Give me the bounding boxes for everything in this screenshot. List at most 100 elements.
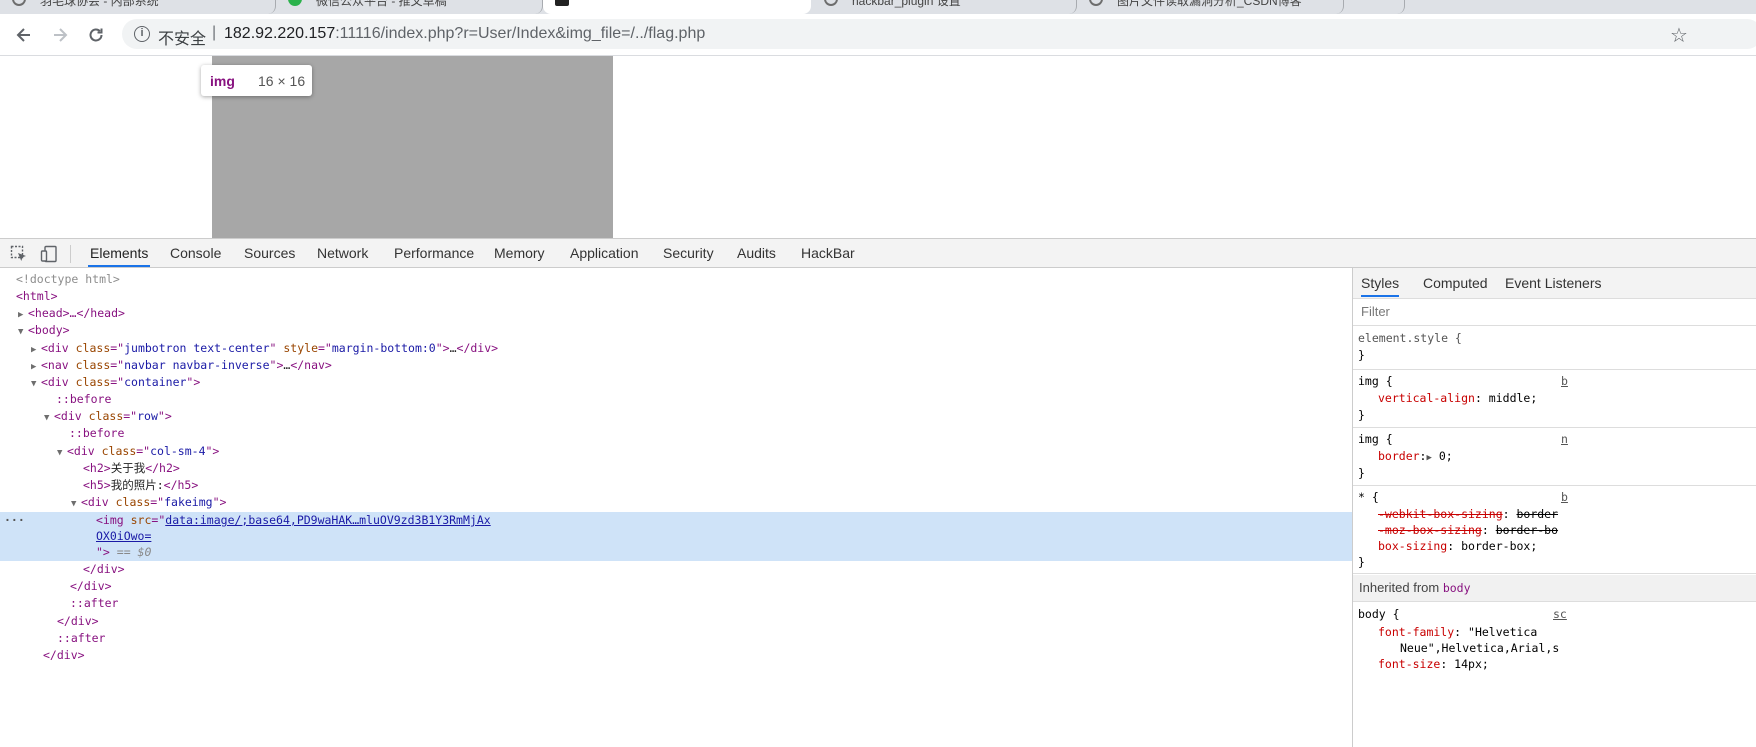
rule-source-link[interactable]: b	[1561, 489, 1568, 506]
inspect-tooltip: img 16 × 16	[201, 65, 312, 96]
tab-security[interactable]: Security	[661, 239, 716, 267]
rule-selector: * {	[1358, 490, 1379, 504]
css-value: border-bo	[1495, 523, 1559, 537]
browser-tab[interactable]: 微信公众平台 - 推文草稿	[276, 0, 543, 14]
element-style-rule: element.style { }	[1353, 326, 1756, 370]
new-tab-button[interactable]	[1344, 0, 1405, 14]
url-path: :11116/index.php?r=User/Index&img_file=/…	[335, 25, 706, 42]
styles-filter[interactable]: Filter	[1353, 299, 1756, 326]
dom-node[interactable]: </div>	[0, 647, 1352, 664]
url-text[interactable]: 182.92.220.157:11116/index.php?r=User/In…	[224, 25, 705, 43]
globe-icon	[1089, 0, 1103, 6]
collapse-triangle-icon[interactable]: ▼	[71, 496, 81, 513]
tab-application[interactable]: Application	[568, 239, 641, 267]
rule-source-link[interactable]: b	[1561, 373, 1568, 390]
attr-value: fakeimg	[164, 495, 213, 509]
selected-dom-node[interactable]: ··· <img src="data:image/;base64,PD9waHA…	[0, 512, 1352, 561]
url-host: 182.92.220.157	[224, 25, 336, 42]
rule-selector: element.style {	[1358, 331, 1462, 345]
globe-icon	[824, 0, 838, 6]
dom-node[interactable]: ▼ <body>	[0, 322, 1352, 339]
css-prop: -webkit-box-sizing	[1378, 507, 1503, 521]
dom-node[interactable]: ::after	[0, 595, 1352, 612]
tooltip-dimensions: 16 × 16	[258, 73, 306, 89]
dom-node[interactable]: ▼ <div class="row">	[0, 408, 1352, 425]
tab-performance[interactable]: Performance	[392, 239, 476, 267]
dom-node[interactable]: </div>	[0, 561, 1352, 578]
body-tag: <body>	[28, 323, 70, 337]
tab-label: 羽毛球协会 - 内部系统	[40, 0, 159, 8]
dom-node[interactable]: <!doctype html>	[0, 271, 1352, 288]
img-src-link-cont[interactable]: OX0iOwo=	[96, 529, 151, 543]
html-tag: <html>	[16, 289, 58, 303]
css-declaration[interactable]: border:▶ 0;	[1378, 448, 1453, 465]
h2-text: 关于我	[110, 461, 146, 475]
dom-node[interactable]: ::before	[0, 391, 1352, 408]
more-options-icon[interactable]: ···	[4, 512, 25, 529]
dom-node[interactable]: ::after	[0, 630, 1352, 647]
tab-styles[interactable]: Styles	[1361, 268, 1400, 297]
css-prop: -moz-box-sizing	[1378, 523, 1482, 537]
security-label: 不安全	[158, 31, 207, 48]
tab-memory[interactable]: Memory	[492, 239, 547, 267]
rule-selector: body {	[1358, 607, 1400, 621]
css-rule: * { b -webkit-box-sizing: border -moz-bo…	[1353, 486, 1756, 574]
dom-node[interactable]: ▼ <div class="container">	[0, 374, 1352, 391]
address-bar[interactable]: i 不安全 | 182.92.220.157:11116/index.php?r…	[122, 19, 1756, 49]
css-declaration[interactable]: font-size: 14px;	[1378, 656, 1489, 673]
tab-sources[interactable]: Sources	[242, 239, 297, 267]
tab-network[interactable]: Network	[315, 239, 370, 267]
browser-tab[interactable]: hackbar_plugin 设置	[812, 0, 1077, 14]
css-declaration-overridden[interactable]: -moz-box-sizing: border-bo	[1378, 522, 1558, 539]
inherited-text: Inherited from	[1359, 580, 1440, 595]
tab-computed[interactable]: Computed	[1423, 268, 1488, 297]
inherited-section-header: Inherited from body	[1353, 575, 1756, 602]
img-src-link[interactable]: data:image/;base64,PD9waHAK…mluOV9zd3B1Y…	[165, 513, 490, 527]
dom-node[interactable]: ▼ <div class="fakeimg">	[0, 494, 1352, 511]
reload-button[interactable]	[83, 22, 109, 48]
bookmark-star-icon[interactable]: ☆	[1670, 23, 1688, 48]
forward-button[interactable]	[47, 22, 73, 48]
dom-node[interactable]: ▶ <div class="jumbotron text-center" styl…	[0, 340, 1352, 357]
inherited-from-link[interactable]: body	[1443, 581, 1471, 595]
toolbar-divider	[70, 245, 71, 263]
collapse-triangle-icon[interactable]: ▼	[18, 324, 28, 341]
pseudo-before: ::before	[56, 392, 112, 406]
dom-node[interactable]: <h2>关于我</h2>	[0, 460, 1352, 477]
dom-node[interactable]: ::before	[0, 425, 1352, 442]
dom-node[interactable]: ▼ <div class="col-sm-4">	[0, 443, 1352, 460]
dom-node[interactable]: ▶ <nav class="navbar navbar-inverse">…</n…	[0, 357, 1352, 374]
pseudo-before: ::before	[69, 426, 125, 440]
tab-elements[interactable]: Elements	[88, 239, 151, 267]
back-button[interactable]	[11, 22, 37, 48]
dom-node[interactable]: <h5>我的照片:</h5>	[0, 477, 1352, 494]
expand-triangle-icon[interactable]: ▶	[1426, 453, 1431, 463]
dom-node[interactable]: ▶ <head>…</head>	[0, 305, 1352, 322]
css-declaration[interactable]: box-sizing: border-box;	[1378, 538, 1537, 555]
browser-tab-active[interactable]	[543, 0, 811, 14]
rule-source-link[interactable]: sc	[1553, 606, 1567, 623]
tab-audits[interactable]: Audits	[735, 239, 778, 267]
dom-node[interactable]: </div>	[0, 613, 1352, 630]
tab-console[interactable]: Console	[168, 239, 223, 267]
device-toolbar-icon[interactable]	[40, 245, 58, 263]
info-icon[interactable]: i	[134, 26, 150, 42]
tab-event-listeners[interactable]: Event Listeners	[1505, 268, 1602, 297]
inspect-element-icon[interactable]	[10, 245, 28, 263]
tab-label: 微信公众平台 - 推文草稿	[316, 0, 447, 8]
styles-tabbar: Styles Computed Event Listeners	[1353, 268, 1756, 299]
rule-selector: img {	[1358, 432, 1393, 446]
rule-source-link[interactable]: n	[1561, 431, 1568, 448]
browser-tab[interactable]: 羽毛球协会 - 内部系统	[0, 0, 276, 14]
dom-node[interactable]: </div>	[0, 578, 1352, 595]
tab-hackbar[interactable]: HackBar	[799, 239, 857, 267]
browser-tab[interactable]: 图片文件读取漏洞分析_CSDN博客	[1077, 0, 1344, 14]
css-declaration[interactable]: font-family: "Helvetica	[1378, 624, 1537, 641]
tab-label: 图片文件读取漏洞分析_CSDN博客	[1117, 0, 1302, 8]
filter-placeholder: Filter	[1361, 304, 1390, 319]
css-declaration[interactable]: vertical-align: middle;	[1378, 390, 1537, 407]
css-value: "Helvetica	[1468, 625, 1538, 639]
css-prop: font-size	[1378, 657, 1441, 671]
dom-node[interactable]: <html>	[0, 288, 1352, 305]
css-declaration-overridden[interactable]: -webkit-box-sizing: border	[1378, 506, 1558, 523]
